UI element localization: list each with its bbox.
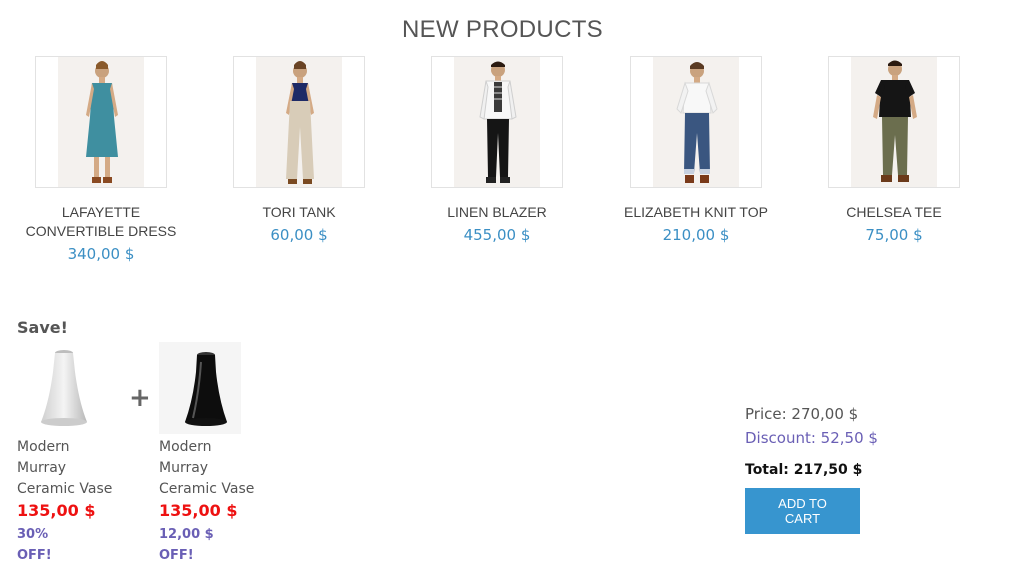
add-to-cart-button[interactable]: ADD TO CART bbox=[745, 488, 860, 534]
product-image[interactable] bbox=[828, 56, 960, 188]
bundle-discount: Discount: 52,50 $ bbox=[745, 429, 878, 447]
bundle-item-name[interactable]: Modern Murray Ceramic Vase bbox=[17, 437, 117, 500]
bundle-item: Modern Murray Ceramic Vase 135,00 $ 12,0… bbox=[159, 342, 269, 566]
bundle-item-price: 135,00 $ bbox=[159, 501, 238, 520]
product-grid: LAFAYETTE CONVERTIBLE DRESS 340,00 $ TOR… bbox=[0, 56, 1013, 286]
new-products-title: NEW PRODUCTS bbox=[402, 16, 603, 43]
save-title: Save! bbox=[17, 318, 68, 337]
product-card[interactable]: ELIZABETH KNIT TOP 210,00 $ bbox=[606, 56, 786, 244]
product-card[interactable]: CHELSEA TEE 75,00 $ bbox=[804, 56, 984, 244]
product-image[interactable] bbox=[630, 56, 762, 188]
product-card[interactable]: LAFAYETTE CONVERTIBLE DRESS 340,00 $ bbox=[11, 56, 191, 263]
product-image[interactable] bbox=[233, 56, 365, 188]
product-name[interactable]: ELIZABETH KNIT TOP bbox=[606, 203, 786, 222]
product-price: 455,00 $ bbox=[463, 226, 531, 244]
bundle-item-image[interactable] bbox=[17, 342, 87, 432]
bundle-item: Modern Murray Ceramic Vase 135,00 $ 30% … bbox=[17, 342, 127, 566]
bundle-item-image[interactable] bbox=[159, 342, 241, 434]
bundle-item-name[interactable]: Modern Murray Ceramic Vase bbox=[159, 437, 259, 500]
product-image[interactable] bbox=[35, 56, 167, 188]
bundle-price: Price: 270,00 $ bbox=[745, 405, 859, 423]
bundle-item-discount: 30% OFF! bbox=[17, 527, 52, 563]
product-name[interactable]: LINEN BLAZER bbox=[407, 203, 587, 222]
bundle-summary: Price: 270,00 $ Discount: 52,50 $ Total:… bbox=[745, 402, 985, 534]
product-image[interactable] bbox=[431, 56, 563, 188]
product-name[interactable]: CHELSEA TEE bbox=[804, 203, 984, 222]
product-price: 75,00 $ bbox=[865, 226, 923, 244]
product-card[interactable]: TORI TANK 60,00 $ bbox=[209, 56, 389, 244]
bundle-item-price: 135,00 $ bbox=[17, 501, 96, 520]
product-price: 340,00 $ bbox=[67, 245, 135, 263]
product-price: 210,00 $ bbox=[662, 226, 730, 244]
product-card[interactable]: LINEN BLAZER 455,00 $ bbox=[407, 56, 587, 244]
product-price: 60,00 $ bbox=[270, 226, 328, 244]
product-name[interactable]: LAFAYETTE CONVERTIBLE DRESS bbox=[11, 203, 191, 241]
bundle-total: Total: 217,50 $ bbox=[745, 462, 863, 478]
plus-icon: + bbox=[129, 383, 151, 413]
product-name[interactable]: TORI TANK bbox=[209, 203, 389, 222]
bundle-item-discount: 12,00 $ OFF! bbox=[159, 527, 214, 563]
